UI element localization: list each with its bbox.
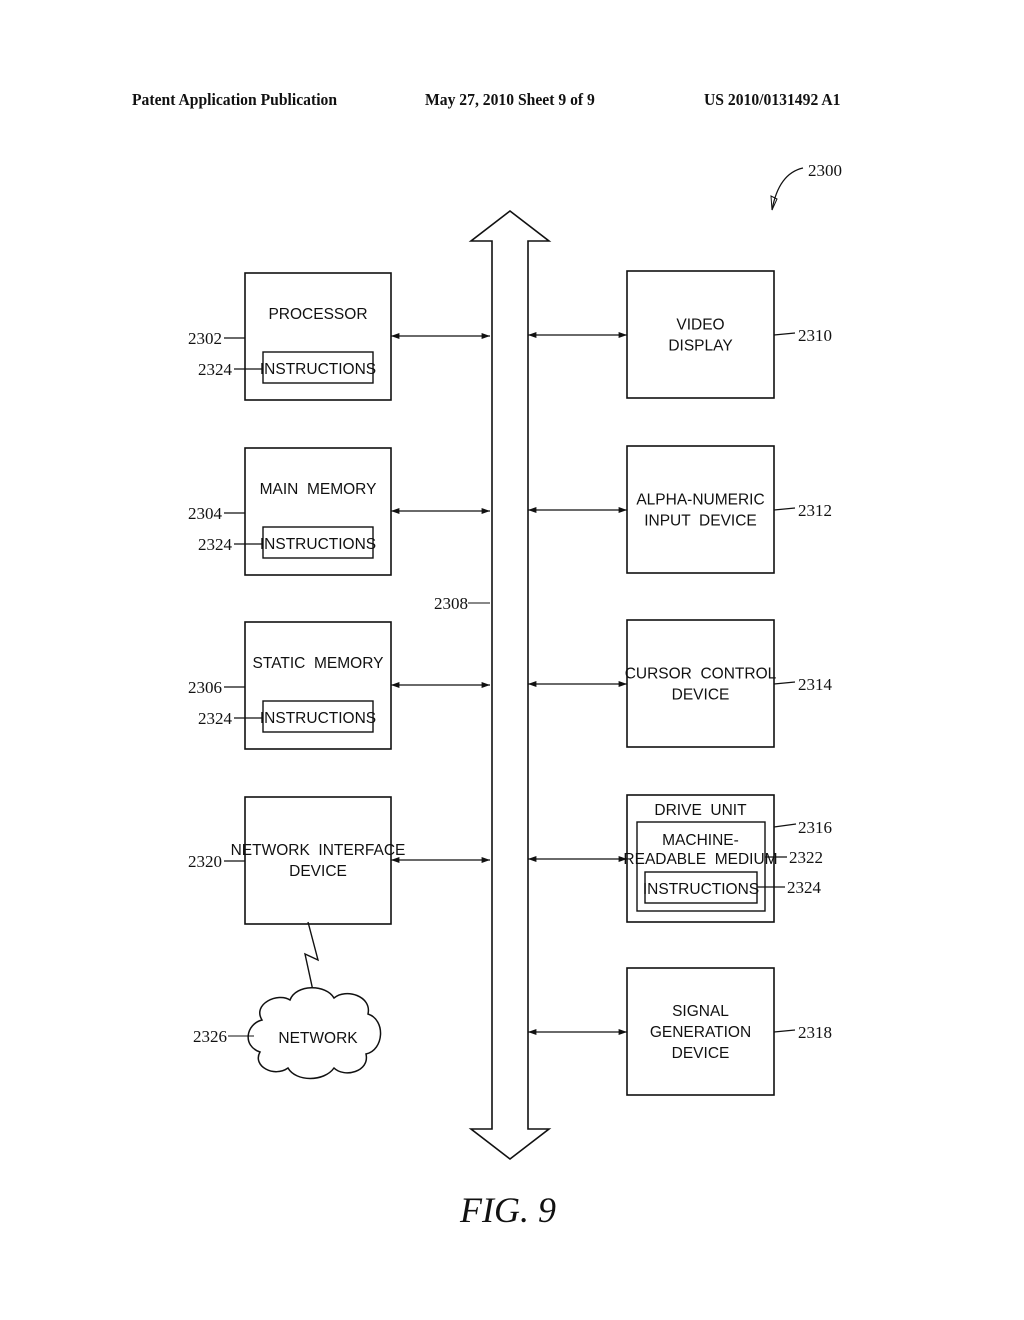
instructions-ref-label: 2324	[787, 878, 822, 897]
system-ref-leader	[771, 167, 804, 211]
instructions-label: INSTRUCTIONS	[260, 536, 376, 553]
instructions-ref-label: 2324	[198, 360, 233, 379]
block-ref-leader	[773, 332, 796, 336]
block-ref-leader	[773, 1029, 796, 1033]
block-ref-label: 2320	[188, 852, 222, 871]
block-frame	[626, 270, 775, 399]
block-ref-leader	[773, 681, 796, 685]
block-video-display: VIDEO DISPLAY 2310	[528, 270, 832, 399]
block-label: INPUT DEVICE	[644, 513, 757, 530]
block-label: STATIC MEMORY	[253, 655, 384, 672]
instructions-label: INSTRUCTIONS	[643, 881, 759, 898]
block-frame	[626, 445, 775, 574]
instructions-ref-label: 2324	[198, 535, 233, 554]
block-network-interface-device: NETWORK INTERFACE DEVICE 2320	[188, 796, 490, 925]
block-ref-label: 2302	[188, 329, 222, 348]
block-label: VIDEO	[676, 317, 724, 334]
instructions-ref-label: 2324	[198, 709, 233, 728]
system-reference: 2300	[770, 161, 842, 211]
block-label: DEVICE	[672, 1045, 730, 1062]
block-static-memory: STATIC MEMORY INSTRUCTIONS 2306 2324	[188, 621, 490, 750]
block-drive-unit: DRIVE UNIT MACHINE- READABLE MEDIUM INSTRUC…	[528, 794, 832, 923]
medium-label: READABLE MEDIUM	[623, 851, 777, 868]
block-label: PROCESSOR	[268, 306, 367, 323]
medium-label: MACHINE-	[662, 832, 739, 849]
block-label: DRIVE UNIT	[654, 802, 747, 819]
medium-ref-label: 2322	[789, 848, 823, 867]
block-frame	[626, 619, 775, 748]
block-label: SIGNAL	[672, 1003, 729, 1020]
block-alpha-numeric-input-device: ALPHA-NUMERIC INPUT DEVICE 2312	[528, 445, 832, 574]
block-ref-label: 2306	[188, 678, 222, 697]
network-ref-label: 2326	[193, 1027, 227, 1046]
block-label: GENERATION	[650, 1024, 751, 1041]
block-processor: PROCESSOR INSTRUCTIONS 2302 2324	[188, 272, 490, 401]
block-ref-label: 2310	[798, 326, 832, 345]
block-label: DISPLAY	[668, 338, 732, 355]
block-label: ALPHA-NUMERIC	[636, 492, 764, 509]
block-ref-label: 2314	[798, 675, 833, 694]
system-ref-label: 2300	[808, 161, 842, 180]
block-label: MAIN MEMORY	[260, 481, 377, 498]
block-signal-generation-device: SIGNAL GENERATION DEVICE 2318	[528, 967, 832, 1096]
block-main-memory: MAIN MEMORY INSTRUCTIONS 2304 2324	[188, 447, 490, 576]
bus-ref-label: 2308	[434, 594, 468, 613]
block-ref-leader	[773, 507, 796, 511]
block-frame	[244, 796, 392, 925]
block-ref-leader	[773, 823, 797, 828]
block-label: DEVICE	[672, 687, 730, 704]
block-label: CURSOR CONTROL	[625, 666, 777, 683]
block-ref-label: 2316	[798, 818, 832, 837]
block-label: DEVICE	[289, 863, 347, 880]
block-cursor-control-device: CURSOR CONTROL DEVICE 2314	[528, 619, 833, 748]
block-label: NETWORK INTERFACE	[231, 842, 406, 859]
block-ref-label: 2312	[798, 501, 832, 520]
block-ref-label: 2318	[798, 1023, 832, 1042]
block-diagram: 2300 2308 PROCESSORINSTRUCTIONS23022324M…	[188, 161, 842, 1230]
instructions-label: INSTRUCTIONS	[260, 710, 376, 727]
network-label: NETWORK	[278, 1030, 358, 1047]
instructions-label: INSTRUCTIONS	[260, 361, 376, 378]
network-cloud: NETWORK	[247, 987, 382, 1080]
block-ref-label: 2304	[188, 504, 223, 523]
figure-caption: FIG. 9	[459, 1190, 556, 1230]
